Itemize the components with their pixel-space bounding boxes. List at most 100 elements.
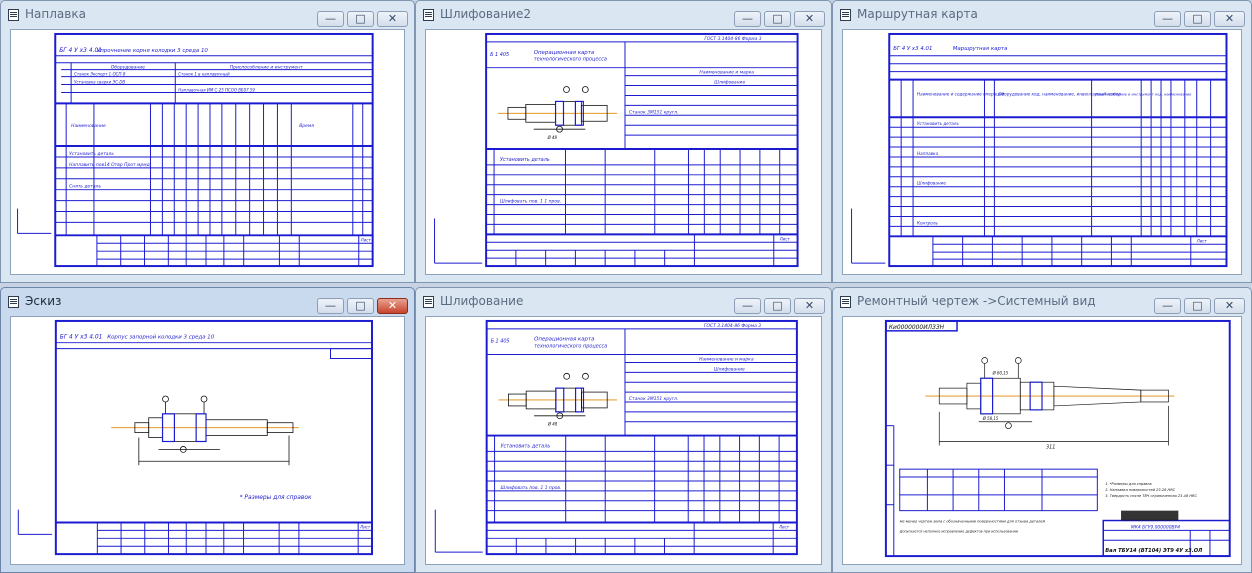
document-canvas[interactable]: БГ 4 У х3 4.01 Корпус запорной колодки 3… <box>10 316 405 565</box>
step-install: Установить деталь <box>500 157 550 163</box>
close-button[interactable]: ✕ <box>794 298 825 314</box>
minimize-button[interactable]: — <box>734 11 761 27</box>
maximize-button[interactable]: □ <box>1184 11 1211 27</box>
document-icon <box>840 296 851 308</box>
window-shlifovanie[interactable]: Шлифование — □ ✕ ГОСТ 3.1404-86 Форма 3 … <box>415 287 832 573</box>
window-remont[interactable]: Ремонтный чертеж ->Системный вид — □ ✕ К… <box>832 287 1252 573</box>
document-icon <box>423 9 434 21</box>
titlebar[interactable]: Маршрутная карта — □ ✕ <box>833 1 1251 29</box>
window-shlifovanie2[interactable]: Шлифование2 — □ ✕ ГОСТ 3.1404-86 Форма 3… <box>415 0 832 283</box>
head-left: Оборудование <box>111 65 145 71</box>
card-subtitle: технологического процесса <box>534 344 607 350</box>
note-2: 2. Наплавка поверхностей 23-28 HRC <box>1105 488 1175 492</box>
col-time: Время <box>299 123 314 129</box>
window-eskiz[interactable]: Эскиз — □ ✕ БГ 4 У х3 4.01 Корпус запорн… <box>0 287 415 573</box>
step-install: Установить деталь <box>500 443 550 449</box>
doc-code: БГ 4 У х3 4.01 <box>59 47 102 54</box>
document-icon <box>840 9 851 21</box>
sheet-label: Лист <box>359 524 371 529</box>
row-install: Установить деталь <box>69 151 114 157</box>
close-button[interactable]: ✕ <box>1214 11 1245 27</box>
close-button[interactable]: ✕ <box>794 11 825 27</box>
title-big: Вал ТБУ14 (ВТ104) ЭТ9 4У х3.ОЛ <box>1105 548 1203 554</box>
op-code: Б 1 405 <box>490 52 509 58</box>
route-row-4: Контроль <box>917 220 938 225</box>
doc-text: Корпус запорной колодки 3 среда 10 <box>107 335 215 341</box>
note-3: 3. Твердость после ТВЧ ограниченная 23-4… <box>1105 494 1197 498</box>
window-title: Наплавка <box>25 7 86 21</box>
row-1: Станок Эксперт 1-ОСП-8 <box>74 72 126 77</box>
maximize-button[interactable]: □ <box>1184 298 1211 314</box>
close-button[interactable]: ✕ <box>377 298 408 314</box>
operation-card-drawing: ГОСТ 3.1404-86 Форма 3 Б 1 405 Операцион… <box>434 32 799 268</box>
titlebar[interactable]: Шлифование — □ ✕ <box>416 288 831 316</box>
note-sub: Допускается неполное исправление дефекто… <box>899 529 1019 533</box>
operation-name: Шлифование <box>714 80 745 86</box>
close-button[interactable]: ✕ <box>377 11 408 27</box>
maximize-button[interactable]: □ <box>347 11 374 27</box>
operation-name: Шлифование <box>714 366 745 372</box>
maximize-button[interactable]: □ <box>347 298 374 314</box>
note-1: 1. *Размеры для справок <box>1105 482 1152 486</box>
route-row-2: Наплавка <box>917 151 939 156</box>
form-code: ГОСТ 3.1404-86 Форма 3 <box>704 36 761 42</box>
col-tools: Приспособление и инструмент код, наимено… <box>1096 92 1193 96</box>
drawing-stamp: Ки0000000ИЛЗЗН <box>889 325 945 331</box>
close-button[interactable]: ✕ <box>1214 298 1245 314</box>
titlebar[interactable]: Ремонтный чертеж ->Системный вид — □ ✕ <box>833 288 1251 316</box>
row-3: Наплавочная ИМ С-25 ПСОО ВБ07.59 <box>178 87 255 92</box>
equipment: Станок 3М151 кругл. <box>629 109 679 115</box>
doc-code: БГ 4 У х3 4.01 <box>60 335 103 341</box>
card-subtitle: технологического процесса <box>534 57 607 63</box>
sheet-label: Лист <box>779 236 791 241</box>
card-title: Маршрутная карта <box>953 46 1008 52</box>
title-code: МК4 БГУ9.000000ВР4 <box>1131 524 1180 530</box>
form-code: ГОСТ 3.1404-86 Форма 3 <box>704 323 761 329</box>
maximize-button[interactable]: □ <box>764 11 791 27</box>
document-canvas[interactable]: БГ 4 У х3 4.01 Маршрутная карта Наименов… <box>842 29 1242 275</box>
document-icon <box>8 9 19 21</box>
header-name: Наименование и марка <box>699 356 754 362</box>
minimize-button[interactable]: — <box>1154 11 1181 27</box>
doc-code: БГ 4 У х3 4.01 <box>893 46 932 52</box>
titlebar[interactable]: Наплавка — □ ✕ <box>1 1 414 29</box>
minimize-button[interactable]: — <box>734 298 761 314</box>
head-right: Приспособление и инструмент <box>230 65 303 71</box>
document-canvas[interactable]: ГОСТ 3.1404-86 Форма 3 Б 1 405 Операцион… <box>425 316 822 565</box>
document-canvas[interactable]: Ки0000000ИЛЗЗН 311 Ø 58,15 Ø 60,15 1. *Р… <box>842 316 1242 565</box>
step-grind: Шлифовать пов. 1 1 пров. <box>500 199 561 205</box>
window-naplavka[interactable]: Наплавка — □ ✕ БГ 4 У х3 4.01 Упрочнение… <box>0 0 415 283</box>
sheet-label: Лист <box>1196 238 1208 243</box>
row-weld: Наплавить пов14 Отвр Прот мрмд <box>69 162 150 168</box>
window-title: Шлифование2 <box>440 7 531 21</box>
window-marshrut[interactable]: Маршрутная карта — □ ✕ БГ 4 У х3 4.01 Ма… <box>832 0 1252 283</box>
maximize-button[interactable]: □ <box>764 298 791 314</box>
card-title: Операционная карта <box>534 337 594 343</box>
sketch-footnote: * Размеры для справок <box>240 495 312 501</box>
minimize-button[interactable]: — <box>1154 298 1181 314</box>
document-canvas[interactable]: ГОСТ 3.1404-86 Форма 3 Б 1 405 Операцион… <box>425 29 822 275</box>
equipment: Станок 3М151 кругл. <box>629 396 678 402</box>
row-1b: Станок 1 в наплавочный <box>178 72 230 77</box>
dim-total: 311 <box>1046 444 1055 450</box>
repair-drawing: Ки0000000ИЛЗЗН 311 Ø 58,15 Ø 60,15 1. *Р… <box>884 319 1231 558</box>
dim-right: Ø 60,15 <box>992 370 1009 375</box>
window-title: Ремонтный чертеж ->Системный вид <box>857 294 1096 308</box>
sheet-label: Лист <box>778 524 790 529</box>
card-title: Операционная карта <box>534 50 595 56</box>
minimize-button[interactable]: — <box>317 11 344 27</box>
operation-card-drawing: ГОСТ 3.1404-86 Форма 3 Б 1 405 Операцион… <box>434 319 798 556</box>
diameter-label: Ø 48 <box>547 422 558 427</box>
route-card-drawing: БГ 4 У х3 4.01 Маршрутная карта Наименов… <box>851 32 1228 268</box>
sketch-drawing: БГ 4 У х3 4.01 Корпус запорной колодки 3… <box>17 319 373 556</box>
route-row-1: Установить деталь <box>917 121 959 126</box>
header-name: Наименование и марка <box>699 70 754 76</box>
titlebar[interactable]: Шлифование2 — □ ✕ <box>416 1 831 29</box>
document-icon <box>8 296 19 308</box>
minimize-button[interactable]: — <box>317 298 344 314</box>
window-title: Эскиз <box>25 294 62 308</box>
row-remove: Снять деталь <box>69 184 101 190</box>
document-canvas[interactable]: БГ 4 У х3 4.01 Упрочнение корня колодки … <box>10 29 405 275</box>
note-main: Не менее чертеж вала с обозначенными пов… <box>900 520 1046 524</box>
titlebar[interactable]: Эскиз — □ ✕ <box>1 288 414 316</box>
